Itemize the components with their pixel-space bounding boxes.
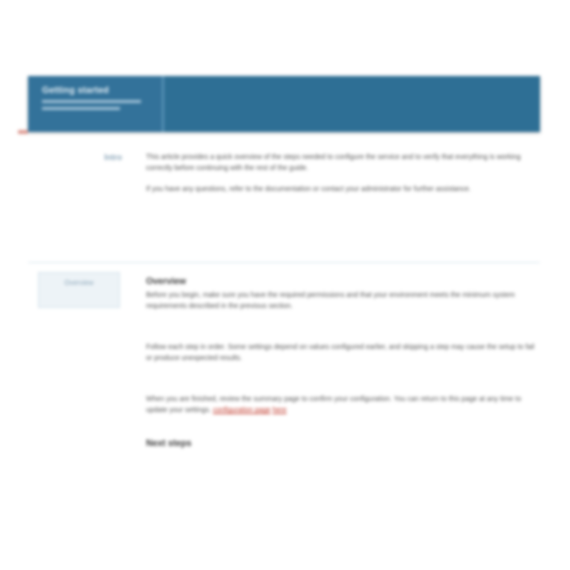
- details-paragraph-text: When you are finished, review the summar…: [146, 396, 522, 414]
- next-steps-heading: Next steps: [146, 438, 192, 448]
- configuration-link[interactable]: configuration page: [213, 407, 271, 414]
- details-paragraph: Before you begin, make sure you have the…: [146, 292, 515, 310]
- details-side-label: Overview: [64, 280, 94, 287]
- intro-content: This article provides a quick overview o…: [146, 152, 536, 205]
- details-side-box: Overview: [38, 272, 120, 308]
- intro-paragraph: If you have any questions, refer to the …: [146, 186, 471, 193]
- details-heading: Overview: [146, 276, 187, 286]
- here-link[interactable]: here: [273, 407, 287, 414]
- banner-subtitle-line: [42, 100, 141, 103]
- banner-title-block: Getting started: [28, 76, 164, 132]
- intro-paragraph: This article provides a quick overview o…: [146, 154, 521, 172]
- page: Getting started Intro This article provi…: [0, 0, 570, 570]
- banner-title: Getting started: [42, 85, 110, 95]
- intro-side-label: Intro: [104, 153, 122, 162]
- banner-marker: [18, 130, 28, 134]
- banner-subtitle-line: [42, 107, 121, 110]
- header-banner: Getting started: [28, 76, 540, 132]
- details-paragraph: Follow each step in order. Some settings…: [146, 344, 535, 362]
- section-divider: [28, 262, 540, 263]
- details-content: Overview Before you begin, make sure you…: [146, 276, 536, 452]
- details-paragraph: When you are finished, review the summar…: [146, 394, 536, 416]
